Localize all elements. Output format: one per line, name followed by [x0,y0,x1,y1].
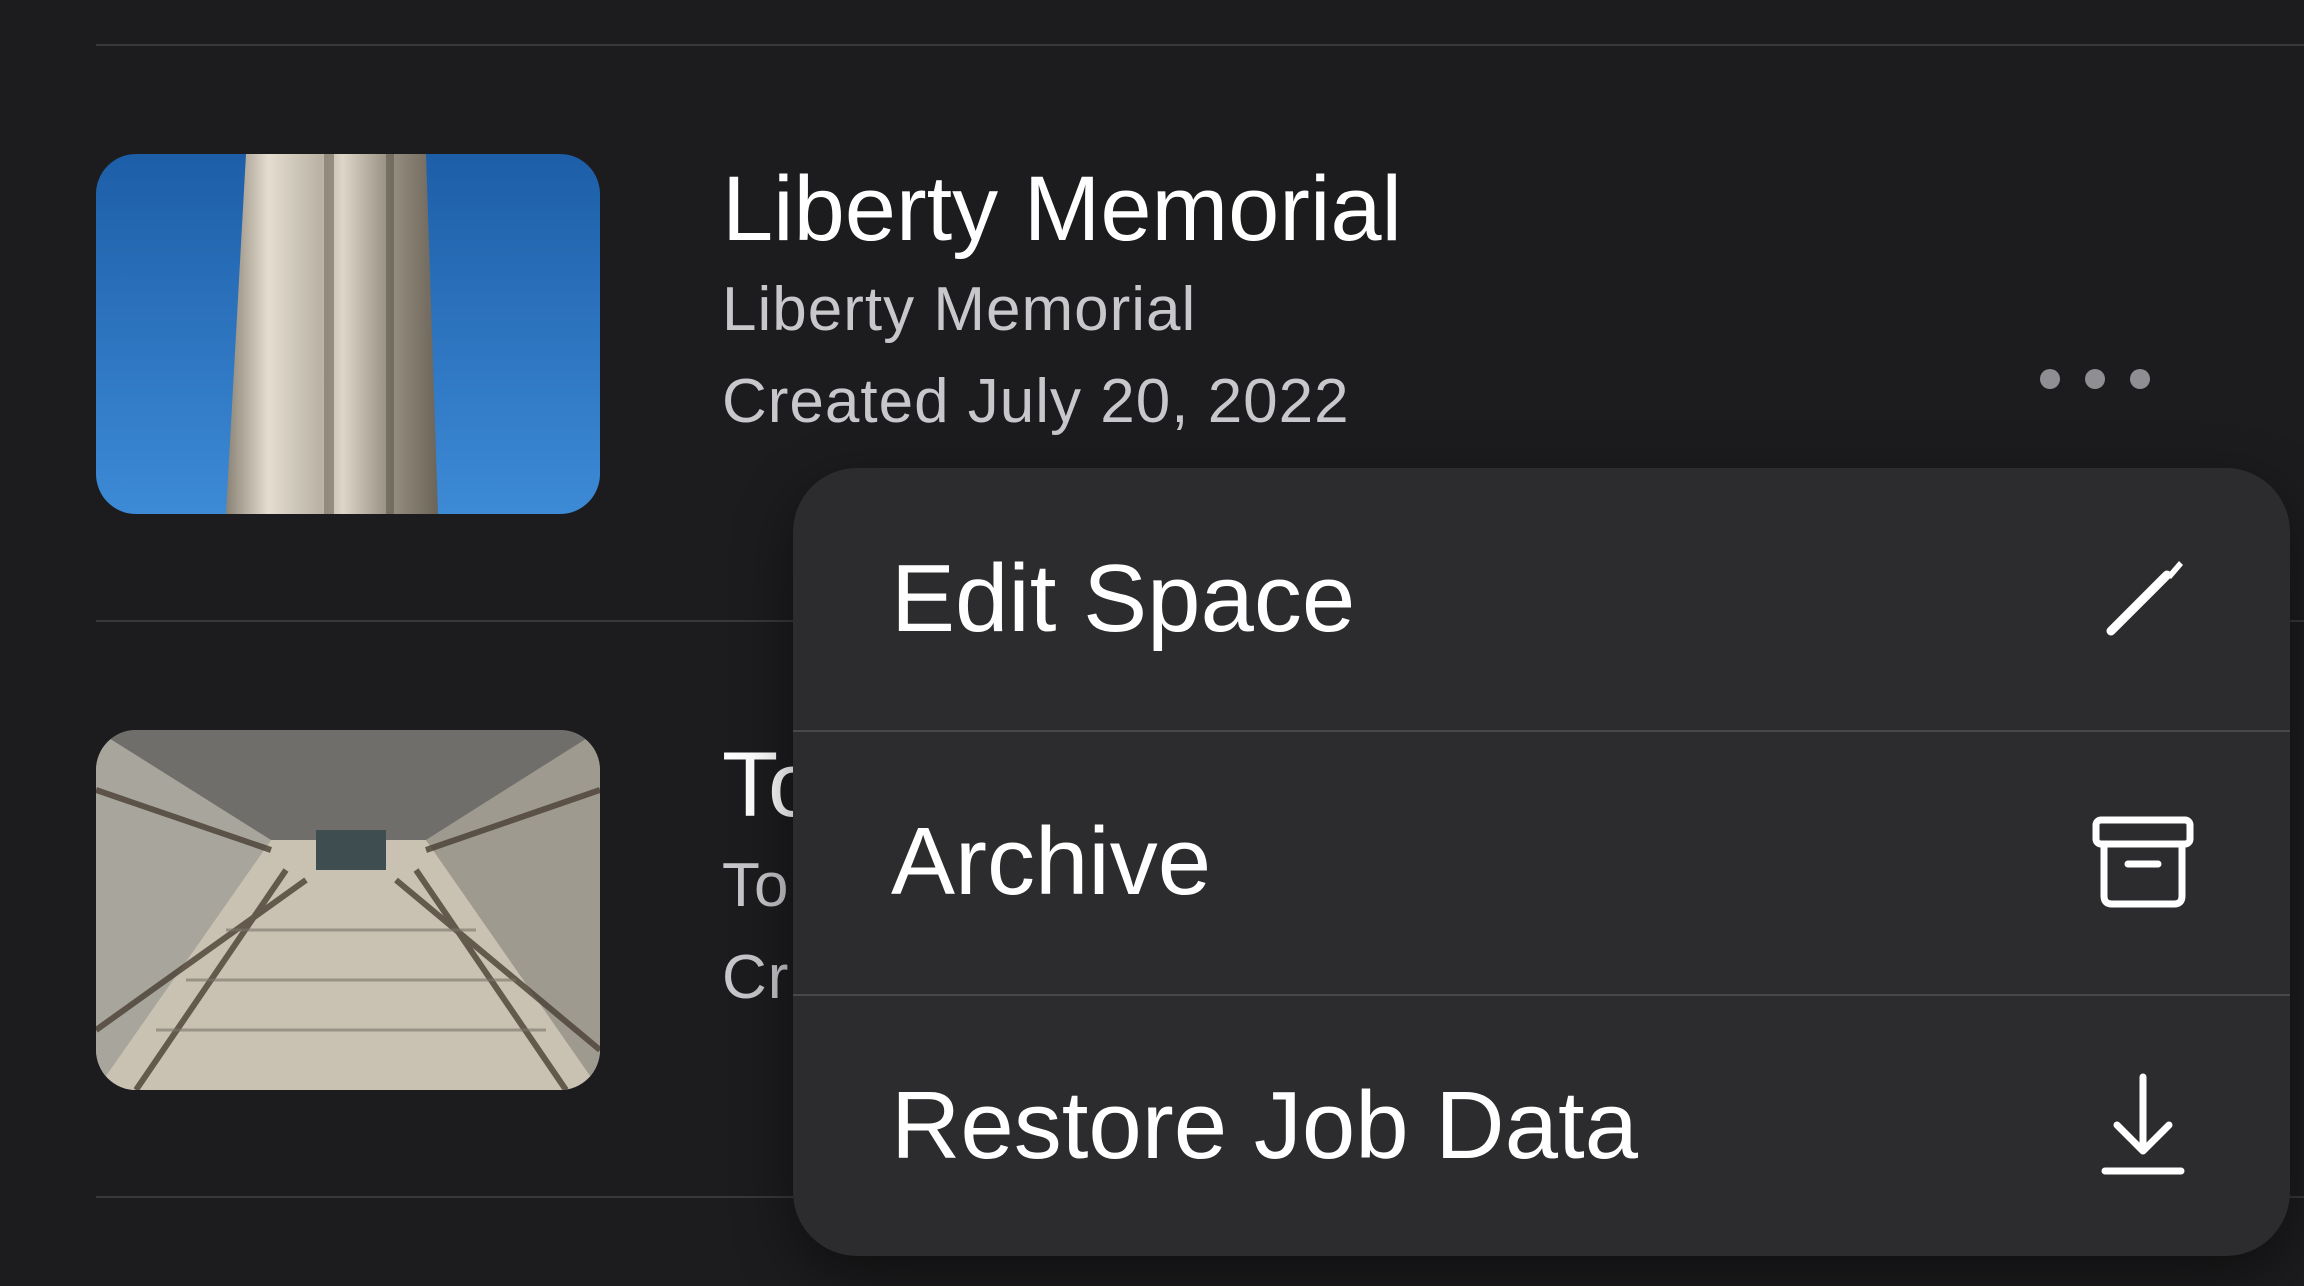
walkway-photo-icon [96,730,600,1090]
ellipsis-icon [2130,369,2150,389]
menu-item-label: Restore Job Data [891,1072,1639,1179]
more-options-button[interactable] [2040,354,2150,404]
ellipsis-icon [2085,369,2105,389]
menu-item-label: Archive [891,808,1212,915]
archive-box-icon [2063,792,2223,932]
menu-item-label: Edit Space [891,545,1356,652]
space-created-date: Created July 20, 2022 [722,367,1350,436]
download-arrow-icon [2063,1056,2223,1196]
pencil-icon [2063,529,2223,669]
tower-photo-icon [96,154,600,514]
menu-item-archive[interactable]: Archive [793,730,2290,992]
context-menu: Edit Space Archive Restore Job Data [793,468,2290,1256]
space-title: Liberty Memorial [722,158,1402,260]
space-subtitle: Liberty Memorial [722,275,1197,344]
space-thumbnail[interactable] [96,154,600,514]
menu-item-edit-space[interactable]: Edit Space [793,468,2290,730]
space-thumbnail[interactable] [96,730,600,1090]
menu-item-restore-job-data[interactable]: Restore Job Data [793,994,2290,1256]
ellipsis-icon [2040,369,2060,389]
